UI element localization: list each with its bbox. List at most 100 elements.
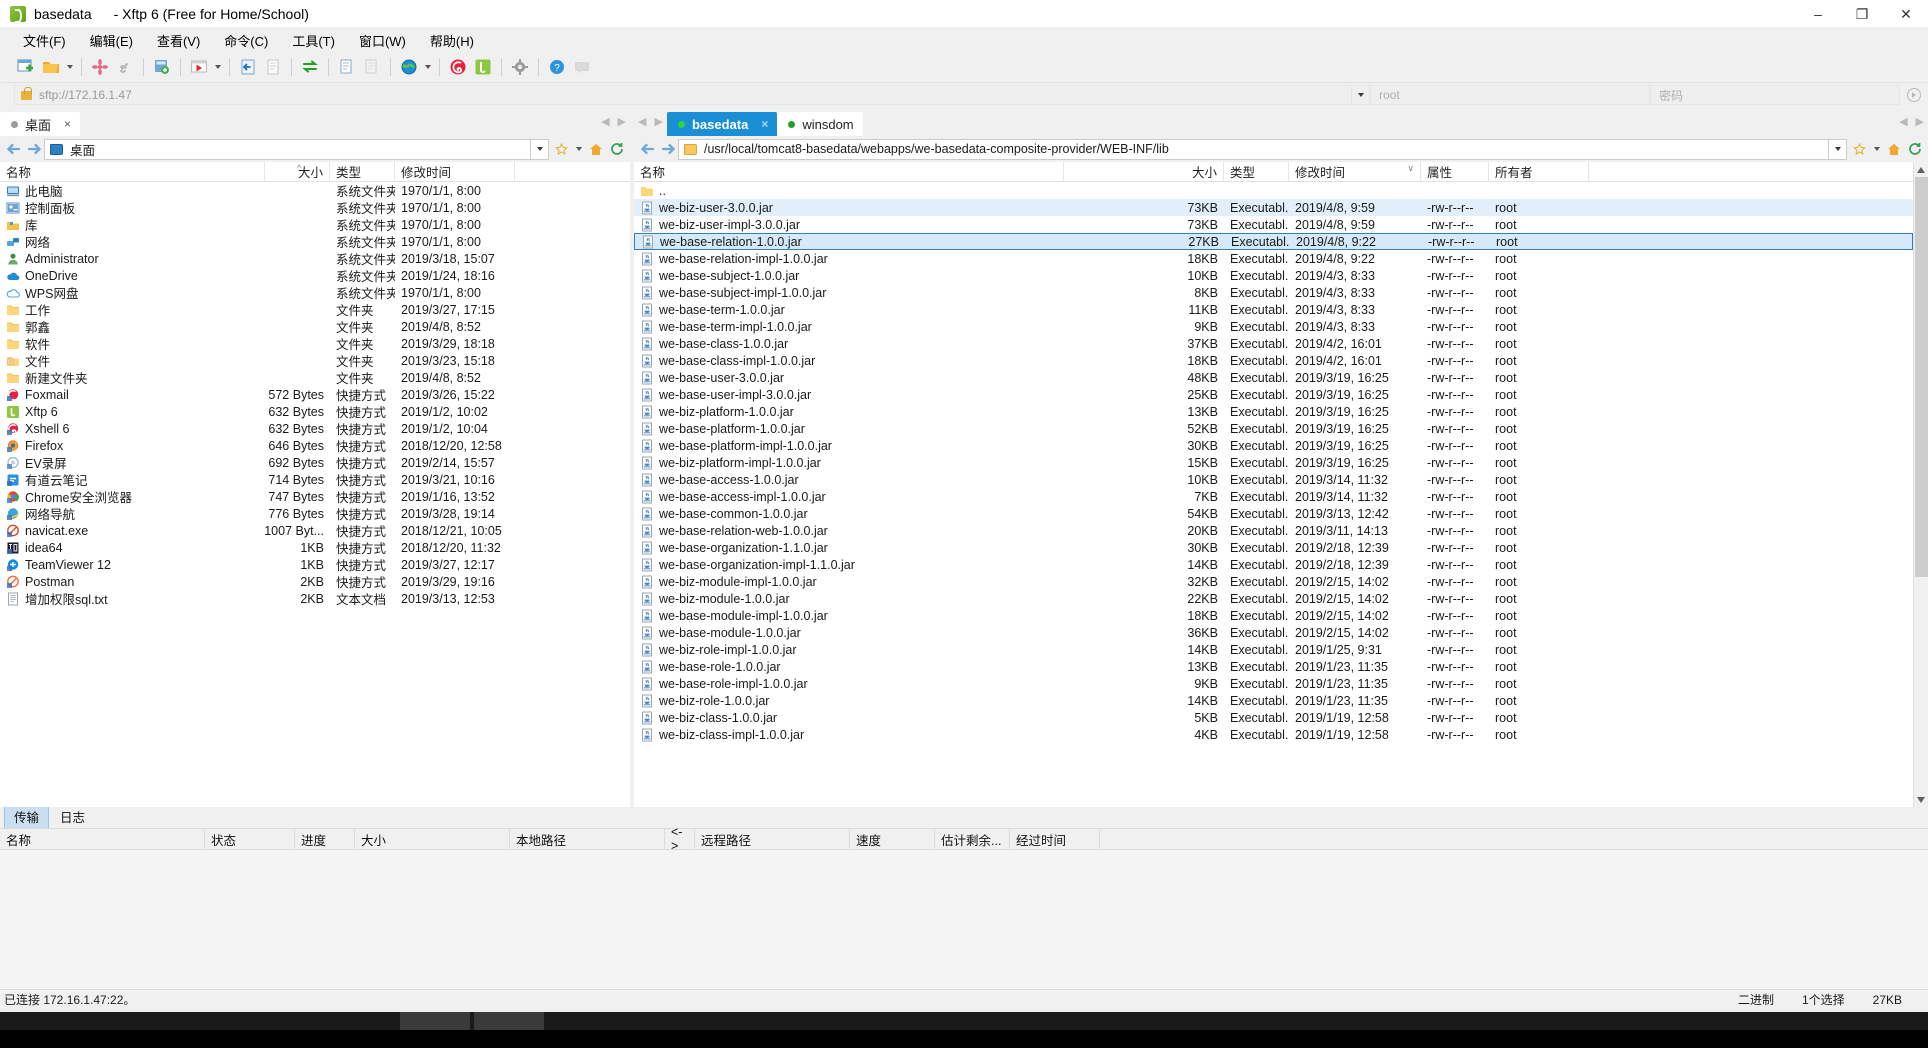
remote-file-row[interactable]: we-base-module-1.0.0.jar 36KB Executabl...… xyxy=(634,624,1913,641)
remote-path-input[interactable]: /usr/local/tomcat8-basedata/webapps/we-b… xyxy=(678,138,1829,160)
local-file-row[interactable]: 郭鑫 文件夹 2019/4/8, 8:52 xyxy=(0,318,630,335)
local-file-row[interactable]: 工作 文件夹 2019/3/27, 17:15 xyxy=(0,301,630,318)
remote-file-row[interactable]: we-base-access-1.0.0.jar 10KB Executabl...… xyxy=(634,471,1913,488)
local-file-row[interactable]: EV录屏 692 Bytes 快捷方式 2019/2/14, 15:57 xyxy=(0,454,630,471)
blank-page-icon[interactable] xyxy=(261,55,285,79)
new-session-icon[interactable] xyxy=(14,55,38,79)
upload-icon[interactable] xyxy=(236,55,260,79)
local-file-row[interactable]: 软件 文件夹 2019/3/29, 18:18 xyxy=(0,335,630,352)
remote-file-row[interactable]: we-biz-class-1.0.0.jar 5KB Executabl... 201… xyxy=(634,709,1913,726)
local-path-input[interactable]: 桌面 xyxy=(44,138,531,160)
xshell-icon[interactable] xyxy=(446,55,470,79)
refresh-icon[interactable] xyxy=(607,139,626,160)
remote-file-row[interactable]: we-base-module-impl-1.0.0.jar 18KB Executa… xyxy=(634,607,1913,624)
remote-file-list[interactable]: .. we-biz-user-3.0.0.jar 73KB Executabl... 2… xyxy=(634,182,1913,807)
local-file-row[interactable]: 新建文件夹 文件夹 2019/4/8, 8:52 xyxy=(0,369,630,386)
transfer-list-body[interactable] xyxy=(0,850,1928,989)
remote-col-header-size[interactable]: 大小 xyxy=(1064,161,1224,182)
transfer-col-header[interactable]: 大小 xyxy=(355,828,510,850)
menu-help[interactable]: 帮助(H) xyxy=(419,28,485,53)
menu-command[interactable]: 命令(C) xyxy=(213,28,279,53)
tab-transfer[interactable]: 传输 xyxy=(4,804,50,828)
remote-file-row[interactable]: .. xyxy=(634,182,1913,199)
remote-file-row[interactable]: we-base-relation-impl-1.0.0.jar 18KB Execu… xyxy=(634,250,1913,267)
remote-file-row[interactable]: we-base-class-1.0.0.jar 37KB Executabl... 2… xyxy=(634,335,1913,352)
local-file-row[interactable]: 网络 系统文件夹 1970/1/1, 8:00 xyxy=(0,233,630,250)
help-icon[interactable]: ? xyxy=(545,55,569,79)
open-folder-dropdown-caret[interactable] xyxy=(64,55,75,79)
local-file-row[interactable]: Xftp 6 632 Bytes 快捷方式 2019/1/2, 10:02 xyxy=(0,403,630,420)
forward-icon[interactable] xyxy=(658,138,678,160)
transfer-col-header[interactable]: 进度 xyxy=(295,828,355,850)
refresh-icon[interactable] xyxy=(1905,139,1924,160)
options-gear-icon[interactable] xyxy=(508,55,532,79)
local-col-header-modified[interactable]: 修改时间 xyxy=(395,161,515,182)
remote-col-header-attrs[interactable]: 属性 xyxy=(1421,161,1489,182)
minimize-button[interactable]: – xyxy=(1796,0,1840,28)
address-history-caret[interactable] xyxy=(1352,85,1370,105)
home-icon[interactable] xyxy=(586,139,605,160)
close-icon[interactable]: × xyxy=(64,117,71,131)
local-path-caret[interactable] xyxy=(531,138,549,160)
tab-log[interactable]: 日志 xyxy=(51,805,94,828)
local-file-row[interactable]: WPS网盘 系统文件夹 1970/1/1, 8:00 xyxy=(0,284,630,301)
remote-file-row[interactable]: we-base-organization-impl-1.1.0.jar 14KB E… xyxy=(634,556,1913,573)
local-file-row[interactable]: 库 系统文件夹 1970/1/1, 8:00 xyxy=(0,216,630,233)
username-input[interactable]: root xyxy=(1370,85,1650,105)
remote-file-row[interactable]: we-biz-module-1.0.0.jar 22KB Executabl... 2… xyxy=(634,590,1913,607)
remote-file-row[interactable]: we-base-term-1.0.0.jar 11KB Executabl... 20… xyxy=(634,301,1913,318)
local-file-row[interactable]: 网络导航 776 Bytes 快捷方式 2019/3/28, 19:14 xyxy=(0,505,630,522)
bookmark-star-icon[interactable] xyxy=(552,139,571,160)
back-icon[interactable] xyxy=(638,138,658,160)
local-file-row[interactable]: navicat.exe 1007 Byt... 快捷方式 2018/12/21, 10… xyxy=(0,522,630,539)
local-file-row[interactable]: Chrome安全浏览器 747 Bytes 快捷方式 2019/1/16, 13:52 xyxy=(0,488,630,505)
menu-view[interactable]: 查看(V) xyxy=(146,28,211,53)
remote-file-row[interactable]: we-biz-role-impl-1.0.0.jar 14KB Executabl.… xyxy=(634,641,1913,658)
maximize-button[interactable]: ❐ xyxy=(1840,0,1884,28)
link-icon[interactable] xyxy=(113,55,137,79)
bookmark-dropdown-caret[interactable] xyxy=(1871,137,1882,161)
remote-file-row[interactable]: we-base-organization-1.1.0.jar 30KB Execut… xyxy=(634,539,1913,556)
menu-tools[interactable]: 工具(T) xyxy=(281,28,346,53)
local-file-row[interactable]: 此电脑 系统文件夹 1970/1/1, 8:00 xyxy=(0,182,630,199)
tab-scroll-right-icon[interactable]: ▶ xyxy=(618,115,626,128)
tab-scroll-right-icon[interactable]: ▶ xyxy=(1916,115,1924,128)
remote-file-row[interactable]: we-biz-platform-impl-1.0.0.jar 15KB Execut… xyxy=(634,454,1913,471)
back-icon[interactable] xyxy=(4,138,24,160)
transfer-col-header[interactable]: 远程路径 xyxy=(695,828,850,850)
local-file-row[interactable]: Administrator 系统文件夹 2019/3/18, 15:07 xyxy=(0,250,630,267)
taskbar-item[interactable] xyxy=(474,1012,544,1030)
transfer-col-header[interactable]: 本地路径 xyxy=(510,828,665,850)
transfer-col-header[interactable]: 状态 xyxy=(205,828,295,850)
remote-file-row[interactable]: we-biz-module-impl-1.0.0.jar 32KB Executab… xyxy=(634,573,1913,590)
transfer-dropdown-caret[interactable] xyxy=(212,55,223,79)
local-file-list[interactable]: 此电脑 系统文件夹 1970/1/1, 8:00 控制面板 系统文件夹 1970/1/1,… xyxy=(0,182,630,807)
forward-icon[interactable] xyxy=(24,138,44,160)
bookmark-star-icon[interactable] xyxy=(1850,139,1869,160)
copy-icon[interactable] xyxy=(335,55,359,79)
remote-file-row[interactable]: we-base-class-impl-1.0.0.jar 18KB Executab… xyxy=(634,352,1913,369)
remote-file-row[interactable]: we-base-role-1.0.0.jar 13KB Executabl... 20… xyxy=(634,658,1913,675)
transfer-col-header[interactable]: <-> xyxy=(665,825,695,853)
local-col-header-size[interactable]: 大小 ^ xyxy=(265,161,330,182)
remote-col-header-owner[interactable]: 所有者 xyxy=(1489,161,1589,182)
remote-file-row[interactable]: we-base-relation-1.0.0.jar 27KB Executabl.… xyxy=(634,233,1913,250)
local-col-header-type[interactable]: 类型 xyxy=(330,161,395,182)
local-file-row[interactable]: Xshell 6 632 Bytes 快捷方式 2019/1/2, 10:04 xyxy=(0,420,630,437)
scroll-down-icon[interactable] xyxy=(1914,792,1928,807)
remote-col-header-modified[interactable]: 修改时间 ∨ xyxy=(1289,161,1421,182)
local-file-row[interactable]: Postman 2KB 快捷方式 2019/3/29, 19:16 xyxy=(0,573,630,590)
remote-file-row[interactable]: we-base-user-impl-3.0.0.jar 25KB Executabl… xyxy=(634,386,1913,403)
close-button[interactable]: ✕ xyxy=(1884,0,1928,28)
local-col-header-name[interactable]: 名称 xyxy=(0,161,265,182)
disconnect-icon[interactable] xyxy=(88,55,112,79)
scrollbar-thumb[interactable] xyxy=(1914,177,1928,577)
local-file-row[interactable]: Firefox 646 Bytes 快捷方式 2018/12/20, 12:58 xyxy=(0,437,630,454)
local-file-row[interactable]: idea64 1KB 快捷方式 2018/12/20, 11:32 xyxy=(0,539,630,556)
remote-file-row[interactable]: we-base-user-3.0.0.jar 48KB Executabl... 20… xyxy=(634,369,1913,386)
remote-col-header-type[interactable]: 类型 xyxy=(1224,161,1289,182)
remote-file-row[interactable]: we-biz-class-impl-1.0.0.jar 4KB Executabl.… xyxy=(634,726,1913,743)
scroll-up-icon[interactable] xyxy=(1914,162,1928,177)
transfer-run-icon[interactable] xyxy=(187,55,211,79)
local-file-row[interactable]: 控制面板 系统文件夹 1970/1/1, 8:00 xyxy=(0,199,630,216)
